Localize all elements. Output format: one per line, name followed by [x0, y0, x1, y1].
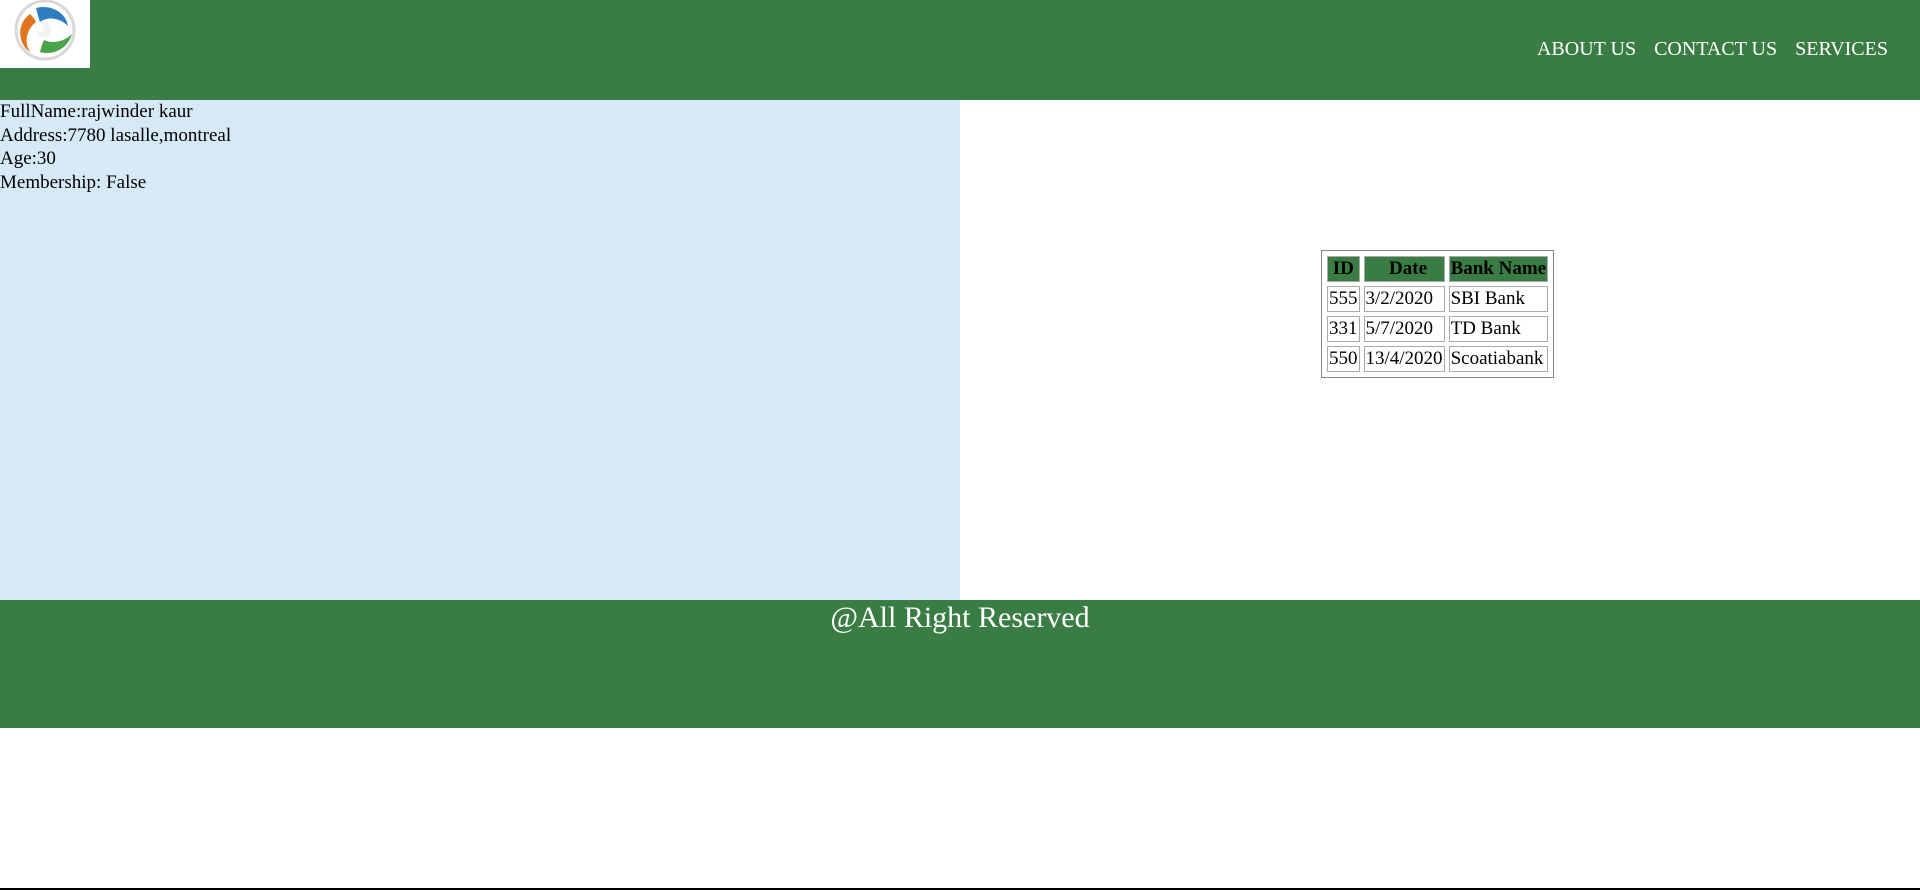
cell-id: 331 — [1327, 316, 1360, 342]
profile-address: Address:7780 lasalle,montreal — [0, 124, 232, 146]
circular-swirl-logo-icon — [14, 0, 76, 61]
cell-date: 3/2/2020 — [1363, 286, 1445, 312]
table-header-row: ID Date Bank Name — [1327, 256, 1549, 282]
col-header-bank-name: Bank Name — [1448, 256, 1549, 282]
cell-id: 550 — [1327, 346, 1360, 372]
cell-id: 555 — [1327, 286, 1360, 312]
profile-full-name: FullName:rajwinder kaur — [0, 101, 193, 122]
table-row: 331 5/7/2020 TD Bank — [1327, 316, 1549, 342]
nav-services[interactable]: SERVICES — [1795, 38, 1888, 61]
transactions-panel: ID Date Bank Name 555 3/2/2020 SBI Bank … — [960, 100, 1920, 600]
table-row: 555 3/2/2020 SBI Bank — [1327, 286, 1549, 312]
cell-bank-name: SBI Bank — [1448, 286, 1549, 312]
footer-copyright: @All Right Reserved — [830, 601, 1090, 634]
cell-bank-name: Scoatiabank — [1448, 346, 1549, 372]
nav-about-us[interactable]: ABOUT US — [1537, 38, 1636, 61]
cell-date: 5/7/2020 — [1363, 316, 1445, 342]
header-bar: ABOUT US CONTACT US SERVICES — [0, 0, 1920, 100]
profile-membership: Membership: False — [0, 171, 147, 193]
col-header-date: Date — [1363, 256, 1445, 282]
footer-bar: @All Right Reserved — [0, 600, 1920, 728]
profile-panel: FullName:rajwinder kaur Address:7780 las… — [0, 100, 960, 600]
nav-contact-us[interactable]: CONTACT US — [1654, 38, 1777, 61]
cell-bank-name: TD Bank — [1448, 316, 1549, 342]
table-row: 550 13/4/2020 Scoatiabank — [1327, 346, 1549, 372]
banks-table: ID Date Bank Name 555 3/2/2020 SBI Bank … — [1321, 250, 1555, 378]
logo[interactable] — [0, 0, 90, 68]
profile-age: Age:30 — [0, 148, 56, 169]
cell-date: 13/4/2020 — [1363, 346, 1445, 372]
top-nav: ABOUT US CONTACT US SERVICES — [1537, 38, 1888, 61]
col-header-id: ID — [1327, 256, 1360, 282]
